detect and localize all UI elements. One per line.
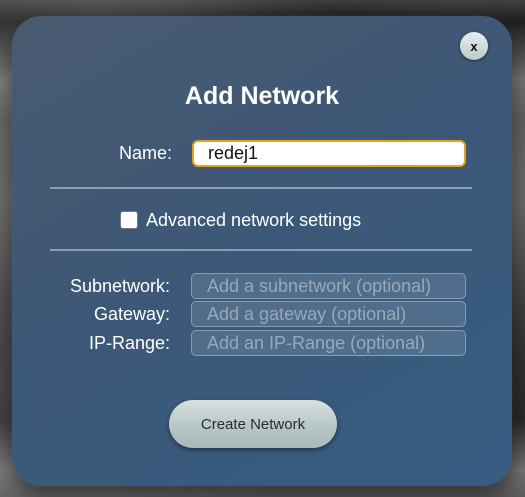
advanced-settings-row[interactable]: Advanced network settings xyxy=(120,208,361,232)
close-button[interactable]: x xyxy=(460,32,488,60)
subnetwork-input[interactable] xyxy=(191,273,466,299)
gateway-label: Gateway: xyxy=(93,304,170,324)
divider xyxy=(50,187,472,189)
name-label: Name: xyxy=(118,143,172,163)
subnetwork-label: Subnetwork: xyxy=(69,276,170,296)
name-input[interactable] xyxy=(192,140,466,167)
divider xyxy=(50,249,472,251)
ip-range-input[interactable] xyxy=(191,330,466,356)
create-network-button[interactable]: Create Network xyxy=(169,400,337,448)
gateway-input[interactable] xyxy=(191,301,466,327)
add-network-dialog: x Add Network Name: Advanced network set… xyxy=(12,16,512,486)
advanced-settings-checkbox[interactable] xyxy=(120,211,138,229)
dialog-title: Add Network xyxy=(184,82,340,110)
ip-range-label: IP-Range: xyxy=(88,333,170,353)
close-icon[interactable]: x xyxy=(470,40,477,53)
advanced-settings-label[interactable]: Advanced network settings xyxy=(146,210,361,231)
